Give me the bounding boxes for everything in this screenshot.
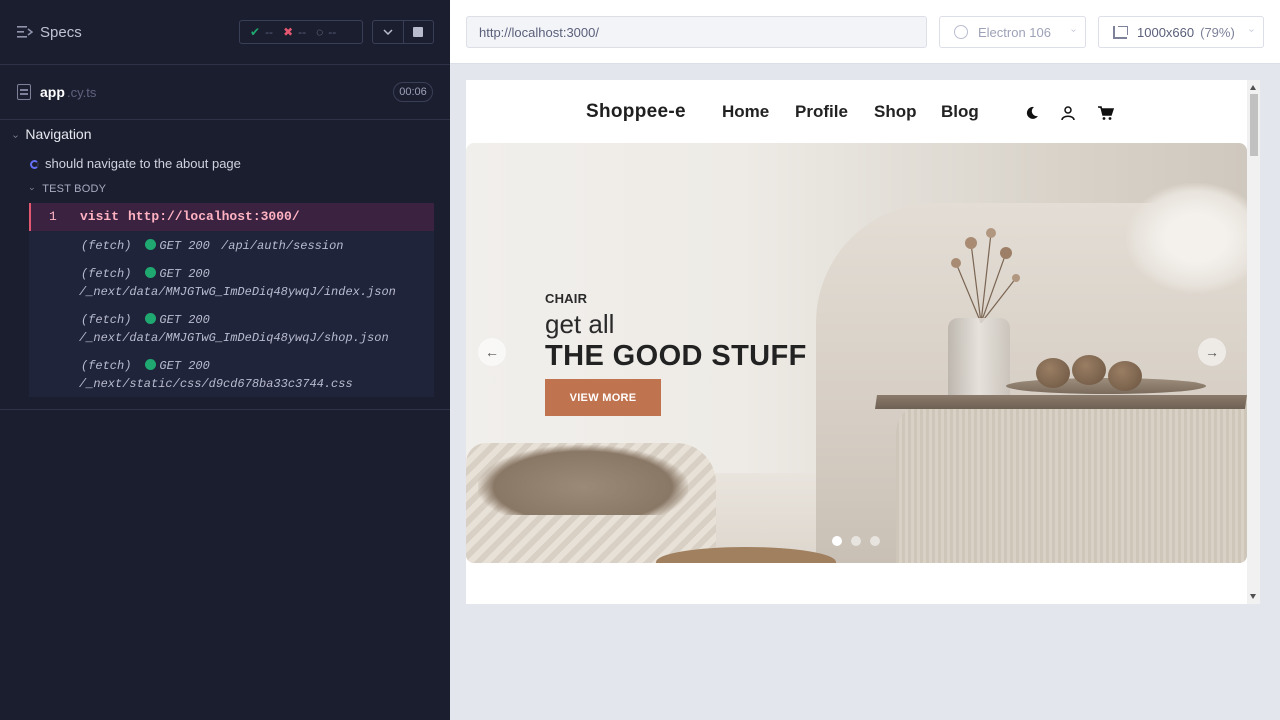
carousel-next-arrow-icon[interactable]: →: [1198, 338, 1226, 366]
chevron-icon: ›: [10, 134, 22, 139]
user-icon[interactable]: [1060, 105, 1076, 121]
scroll-thumb[interactable]: [1250, 94, 1258, 156]
command-log-panel: Specs ✔ -- ✖ -- ◌ -- app .cy.ts 00:06 › Navi…: [0, 0, 450, 720]
status-dot-icon: [145, 267, 157, 278]
specs-list-icon[interactable]: [17, 25, 33, 39]
status-dot-icon: [145, 239, 157, 250]
ruler-icon: [1113, 26, 1128, 39]
browser-selector[interactable]: Electron 106 ›: [939, 16, 1086, 48]
pending-stat: ◌ --: [316, 25, 337, 39]
scroll-down-icon[interactable]: [1250, 594, 1256, 599]
spec-file-extension: .cy.ts: [67, 85, 97, 100]
hero-title: THE GOOD STUFF: [545, 340, 807, 372]
specs-header: Specs ✔ -- ✖ -- ◌ --: [0, 0, 450, 65]
carousel-dot[interactable]: [851, 536, 861, 546]
specs-title[interactable]: Specs: [40, 24, 82, 41]
stop-icon: [413, 27, 424, 37]
site-logo[interactable]: Shoppee-e: [586, 101, 686, 123]
viewport-selector[interactable]: 1000x660 (79%) ›: [1098, 16, 1264, 48]
command-name: visit: [80, 209, 120, 224]
carousel-dot[interactable]: [870, 536, 880, 546]
chevron-icon: ›: [27, 187, 38, 191]
view-more-button[interactable]: VIEW MORE: [545, 379, 661, 416]
running-spinner-icon: [30, 160, 39, 169]
electron-icon: [954, 25, 968, 39]
failed-stat: ✖ --: [283, 25, 307, 39]
run-duration: 00:06: [393, 82, 433, 102]
scroll-up-icon[interactable]: [1250, 85, 1256, 90]
hero-carousel: CHAIR get all THE GOOD STUFF VIEW MORE ←…: [466, 143, 1247, 563]
chevron-down-icon: [383, 29, 393, 35]
document-icon: [17, 84, 31, 100]
dried-flowers-decoration: [951, 228, 1020, 323]
chevron-down-icon: ›: [1245, 28, 1257, 33]
check-icon: ✔: [250, 25, 261, 39]
log-entry[interactable]: (fetch) GET 200 /_next/data/MMJGTwG_ImDeD…: [79, 265, 396, 301]
stop-button[interactable]: [402, 21, 433, 43]
moon-icon[interactable]: [1024, 105, 1040, 121]
hero-subtitle: get all: [545, 309, 615, 339]
test-title[interactable]: should navigate to the about page: [30, 156, 241, 171]
pending-icon: ◌: [316, 25, 324, 39]
test-body-label[interactable]: › TEST BODY: [27, 183, 106, 195]
scrollbar[interactable]: [1247, 80, 1260, 604]
command-number: 1: [49, 209, 57, 224]
nav-link-home[interactable]: Home: [722, 102, 769, 122]
app-preview-frame: Shoppee-e Home Profile Shop Blog CHAIR g…: [466, 80, 1260, 604]
status-dot-icon: [145, 359, 157, 370]
spec-file-name[interactable]: app: [40, 84, 65, 100]
test-stats: ✔ -- ✖ -- ◌ --: [239, 20, 363, 44]
command-message: http://localhost:3000/: [128, 209, 300, 224]
carousel-dots: [832, 536, 889, 546]
toggle-dropdown-button[interactable]: [373, 21, 403, 43]
nav-link-profile[interactable]: Profile: [795, 102, 848, 122]
carousel-prev-arrow-icon[interactable]: ←: [478, 338, 506, 366]
passed-stat: ✔ --: [250, 25, 274, 39]
nav-link-shop[interactable]: Shop: [874, 102, 917, 122]
carousel-dot[interactable]: [832, 536, 842, 546]
run-controls: [372, 20, 434, 44]
log-entry[interactable]: (fetch) GET 200 /api/auth/session: [81, 237, 343, 255]
url-bar[interactable]: http://localhost:3000/: [466, 16, 927, 48]
hero-category: CHAIR: [545, 291, 588, 306]
status-dot-icon: [145, 313, 157, 324]
cart-icon[interactable]: [1098, 105, 1114, 121]
nav-link-blog[interactable]: Blog: [941, 102, 979, 122]
suite-title[interactable]: › Navigation: [10, 126, 91, 142]
aut-toolbar: http://localhost:3000/ Electron 106 › 10…: [450, 0, 1280, 64]
chevron-down-icon: ›: [1067, 28, 1079, 33]
log-entry[interactable]: (fetch) GET 200 /_next/data/MMJGTwG_ImDeD…: [79, 311, 389, 347]
cross-icon: ✖: [283, 25, 294, 39]
log-entry[interactable]: (fetch) GET 200 /_next/static/css/d9cd678…: [79, 357, 353, 393]
command-visit[interactable]: 1 visit http://localhost:3000/: [29, 203, 434, 231]
spec-file-row: app .cy.ts 00:06: [0, 65, 450, 120]
command-list: 1 visit http://localhost:3000/ (fetch) GE…: [29, 203, 434, 397]
divider: [0, 409, 450, 410]
site-navbar: Shoppee-e Home Profile Shop Blog: [466, 80, 1246, 143]
